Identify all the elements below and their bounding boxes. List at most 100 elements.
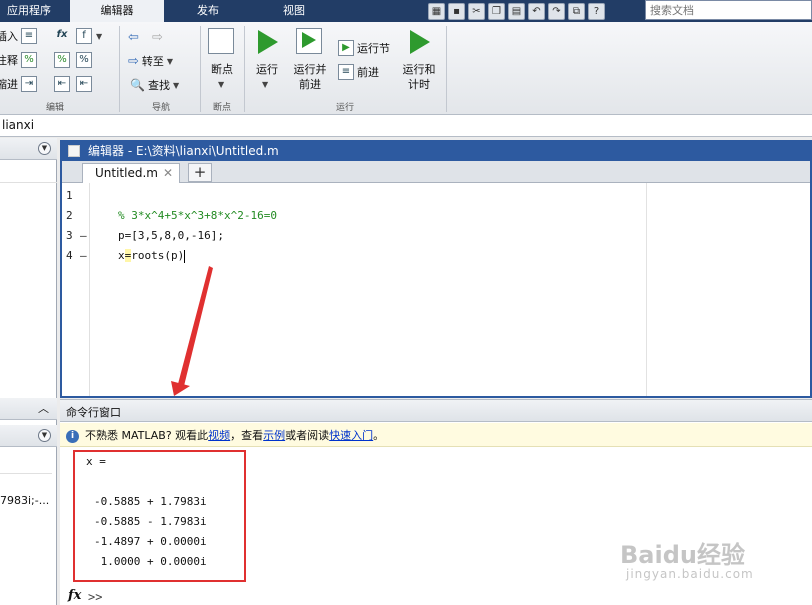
editor-tabbar: Untitled.m ✕ +: [62, 161, 810, 183]
editor-window: 编辑器 - E:\资料\lianxi\Untitled.m Untitled.m…: [60, 140, 812, 398]
chevron-down-icon[interactable]: ▼: [262, 80, 268, 89]
insert-button[interactable]: 插入 ≡: [0, 28, 37, 44]
advance-label: 前进: [357, 66, 379, 79]
close-icon[interactable]: ✕: [163, 166, 173, 180]
goto-label: 转至: [141, 55, 164, 68]
line-number: 2: [66, 209, 73, 222]
command-prompt[interactable]: >>: [88, 590, 102, 604]
run-and-time-button[interactable]: 运行和 计时: [400, 62, 438, 92]
notice-text-mid2: 或者阅读: [285, 429, 330, 442]
panel-menu-icon[interactable]: ▼: [38, 429, 51, 442]
code-line-comment[interactable]: % 3*x^4+5*x^3+8*x^2-16=0: [118, 209, 277, 222]
tab-publish[interactable]: 发布: [166, 0, 250, 22]
panel-menu-icon[interactable]: ▼: [38, 142, 51, 155]
code-line-polynomial[interactable]: p=[3,5,8,0,-16];: [118, 229, 224, 242]
indent-button[interactable]: 缩进 ⇥: [0, 76, 37, 92]
wrap-comment-icon[interactable]: %: [76, 52, 92, 68]
run-time-label-2: 计时: [408, 78, 430, 91]
advance-button[interactable]: ≡ 前进: [338, 64, 379, 80]
fx-icon[interactable]: fx: [68, 588, 81, 603]
layout-icon[interactable]: ▦: [428, 2, 445, 20]
run-advance-button[interactable]: 运行并 前进: [290, 62, 330, 92]
comment-button[interactable]: 注释%: [0, 52, 37, 68]
video-link[interactable]: 视频: [208, 429, 230, 442]
workspace-value[interactable]: 7983i;-...: [0, 494, 49, 507]
switch-window-icon[interactable]: ⧉: [568, 2, 585, 20]
ribbon-divider: [200, 26, 201, 112]
function-hint-icon[interactable]: f: [76, 28, 92, 44]
examples-link[interactable]: 示例: [263, 429, 285, 442]
fx-icon[interactable]: fx: [54, 28, 70, 44]
undo-icon[interactable]: ↶: [528, 2, 545, 20]
advance-icon: ≡: [338, 64, 354, 80]
search-docs-input[interactable]: [645, 0, 812, 20]
paste-icon[interactable]: ▤: [508, 2, 525, 20]
goto-button[interactable]: ⇨ 转至 ▼: [128, 53, 173, 69]
breakpoint-marker[interactable]: –: [80, 229, 87, 242]
code-line-roots[interactable]: x=roots(p): [118, 249, 186, 263]
editor-title-bar: 编辑器 - E:\资料\lianxi\Untitled.m: [62, 142, 810, 161]
watermark-url: jingyan.baidu.com: [626, 567, 754, 581]
run-time-label-1: 运行和: [402, 63, 436, 76]
cut-icon[interactable]: ✂: [468, 2, 485, 20]
right-margin-line: [646, 183, 647, 396]
run-button-label[interactable]: 运行: [252, 62, 282, 77]
editor-ribbon: 插入 ≡ 注释% 缩进 ⇥ fx f ▼ % % ⇤ ⇤ 编辑 ⇦ ⇨ ⇨ 转至 ▼ 🔍…: [0, 22, 812, 115]
find-button[interactable]: 🔍 查找 ▼: [130, 77, 179, 93]
details-panel-header: ︿: [0, 398, 57, 420]
percent-icon: %: [21, 52, 37, 68]
workspace-panel-header: ▼: [0, 425, 57, 447]
result-highlight-box: [73, 450, 246, 582]
info-icon: i: [66, 429, 79, 443]
chevron-down-icon[interactable]: ▼: [96, 32, 102, 41]
tab-editor[interactable]: 编辑器: [70, 0, 164, 22]
save-icon[interactable]: ▪: [448, 2, 465, 20]
current-folder-bar[interactable]: lianxi: [0, 115, 812, 137]
breakpoint-button-label[interactable]: 断点: [208, 62, 236, 77]
ribbon-divider: [244, 26, 245, 112]
tab-view[interactable]: 视图: [252, 0, 336, 22]
breakpoint-group-label: 断点: [212, 103, 231, 113]
getting-started-link[interactable]: 快速入门: [329, 429, 373, 442]
file-tab-untitled[interactable]: Untitled.m ✕: [82, 163, 180, 183]
copy-icon[interactable]: ❐: [488, 2, 505, 20]
run-advance-label-1: 运行并: [293, 63, 327, 76]
new-tab-button[interactable]: +: [188, 163, 212, 182]
line-number: 4: [66, 249, 73, 262]
run-advance-label-2: 前进: [299, 78, 321, 91]
run-section-button[interactable]: ▶ 运行节: [338, 40, 390, 56]
chevron-up-icon[interactable]: ︿: [38, 400, 49, 416]
getting-started-notice: i 不熟悉 MATLAB? 观看此视频，查看示例或者阅读快速入门。: [60, 423, 812, 447]
watermark-logo: Baidu经验: [620, 541, 745, 569]
redo-icon[interactable]: ↷: [548, 2, 565, 20]
forward-arrow-icon[interactable]: ⇨: [152, 30, 163, 45]
line-number-gutter: 1 2 3 – 4 –: [62, 183, 90, 396]
breakpoint-marker[interactable]: –: [80, 249, 87, 262]
left-panel: ▼ ︿ ▼ 7983i;-...: [0, 138, 57, 605]
notice-text-end: 。: [373, 429, 385, 442]
folder-panel-header: ▼: [0, 138, 57, 160]
uncomment-icon[interactable]: %: [54, 52, 70, 68]
breakpoint-icon[interactable]: [208, 28, 234, 54]
decrease-indent-icon[interactable]: ⇤: [76, 76, 92, 92]
insert-icon: ≡: [21, 28, 37, 44]
tab-apps[interactable]: 应用程序: [0, 0, 68, 22]
ribbon-divider: [119, 26, 120, 112]
chevron-down-icon[interactable]: ▼: [218, 80, 224, 89]
run-icon[interactable]: [258, 30, 278, 54]
magnifier-icon: 🔍: [130, 78, 145, 92]
back-arrow-icon[interactable]: ⇦: [128, 30, 139, 45]
help-icon[interactable]: ?: [588, 2, 605, 20]
workspace-header-row: [0, 448, 52, 474]
indent-icon: ⇥: [21, 76, 37, 92]
code-call: roots(p): [131, 249, 185, 262]
line-number: 3: [66, 229, 73, 242]
run-and-time-icon[interactable]: [410, 30, 430, 54]
smart-indent-icon[interactable]: ⇤: [54, 76, 70, 92]
ribbon-divider: [446, 26, 447, 112]
quick-access-toolbar: ▦ ▪ ✂ ❐ ▤ ↶ ↷ ⧉ ?: [424, 0, 644, 22]
editor-icon: [68, 145, 80, 157]
panel-divider: [0, 182, 57, 183]
notice-text-start: 不熟悉 MATLAB? 观看此: [85, 429, 209, 442]
text-cursor: [184, 249, 186, 263]
